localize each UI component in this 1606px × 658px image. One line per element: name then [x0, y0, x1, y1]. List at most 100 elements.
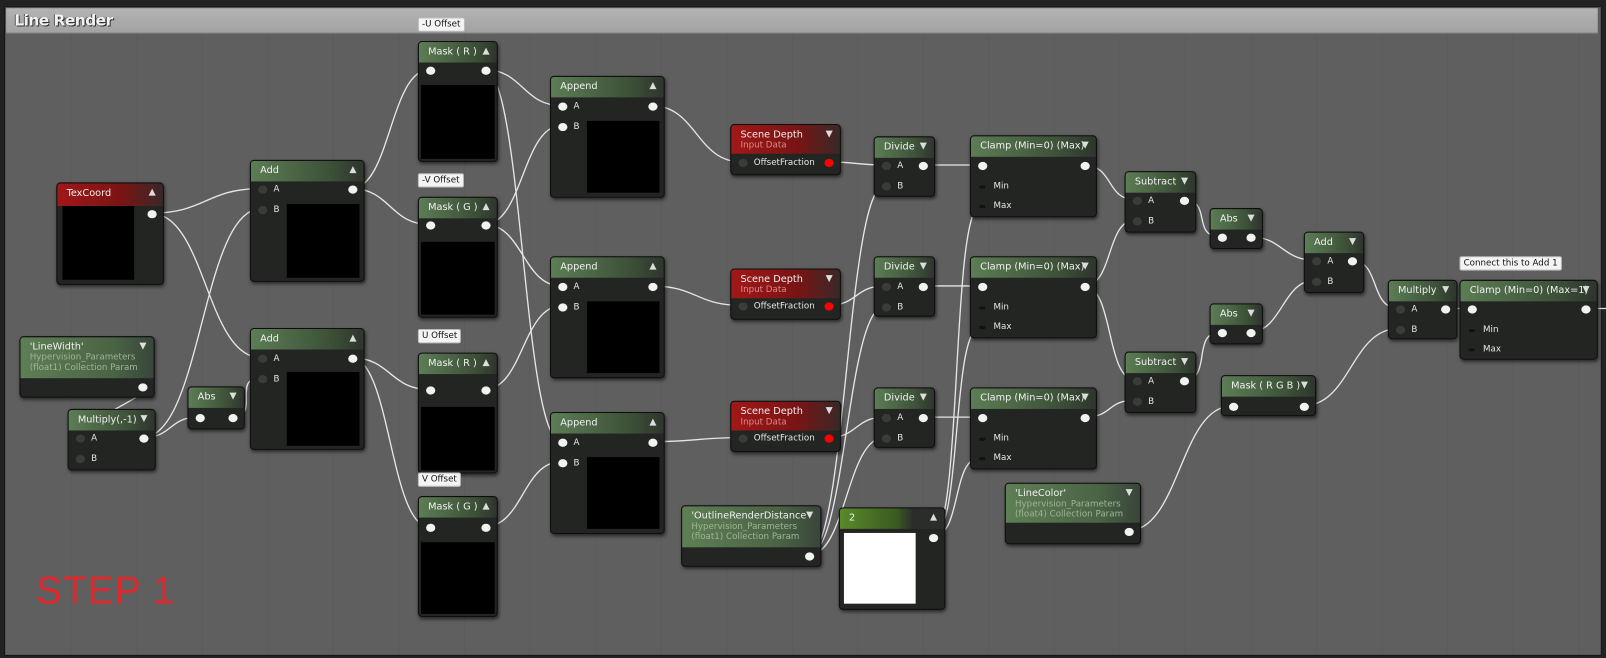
input-pin-offsetfraction[interactable]: [738, 158, 748, 168]
input-pin-b[interactable]: [75, 454, 86, 463]
node-header[interactable]: Clamp (Min=0) (Max) ▼: [970, 136, 1096, 157]
input-pin-in[interactable]: [978, 282, 988, 292]
node-linecolor[interactable]: 'LineColor' Hypervision_Parameters (float…: [1004, 482, 1141, 545]
input-pin-a[interactable]: [1395, 305, 1406, 314]
input-pin-b[interactable]: [881, 181, 892, 191]
input-pin-b[interactable]: [1132, 216, 1142, 225]
input-pin-a[interactable]: [75, 434, 86, 443]
output-pin[interactable]: [918, 161, 928, 171]
input-pin-min[interactable]: [1468, 328, 1475, 332]
node-maskrgb[interactable]: Mask ( R G B ) ▼: [1220, 375, 1317, 417]
input-pin-in[interactable]: [978, 161, 988, 171]
node-sd1[interactable]: Scene Depth Input Data ▼ OffsetFraction: [730, 124, 841, 176]
input-pin-in[interactable]: [1229, 402, 1239, 411]
collapse-up-icon[interactable]: ▲: [649, 261, 656, 271]
collapse-up-icon[interactable]: ▲: [349, 333, 356, 343]
node-header[interactable]: 'LineWidth' Hypervision_Parameters (float…: [20, 337, 154, 379]
expand-down-icon[interactable]: ▼: [1248, 213, 1255, 223]
node-header[interactable]: TexCoord ▲: [57, 183, 163, 207]
input-pin-in[interactable]: [1217, 233, 1227, 242]
input-pin-b[interactable]: [1132, 397, 1142, 406]
node-header[interactable]: 'OutlineRenderDistance' Hypervision_Param…: [682, 506, 821, 548]
output-pin[interactable]: [1080, 161, 1090, 171]
input-pin-b[interactable]: [558, 122, 568, 131]
node-header[interactable]: Mask ( R G B ) ▼: [1221, 376, 1316, 397]
node-header[interactable]: Append ▲: [551, 76, 664, 98]
node-mask3[interactable]: Mask ( R ) ▲: [417, 352, 498, 474]
node-sd2[interactable]: Scene Depth Input Data ▼ OffsetFraction: [730, 268, 841, 320]
expand-down-icon[interactable]: ▼: [826, 274, 833, 284]
input-pin-b[interactable]: [881, 302, 892, 312]
expand-down-icon[interactable]: ▼: [1442, 285, 1449, 295]
collapse-up-icon[interactable]: ▲: [482, 46, 489, 56]
input-pin-a[interactable]: [258, 185, 268, 194]
node-header[interactable]: Abs ▼: [1210, 304, 1262, 325]
output-pin[interactable]: [1080, 282, 1090, 292]
input-pin-in[interactable]: [195, 414, 205, 423]
node-header[interactable]: 2 ▲: [839, 508, 945, 529]
input-pin-a[interactable]: [881, 161, 892, 171]
output-pin[interactable]: [1124, 527, 1134, 537]
output-pin[interactable]: [1080, 414, 1090, 423]
input-pin-a[interactable]: [558, 282, 568, 292]
node-header[interactable]: Mask ( G ) ▲: [418, 197, 497, 219]
node-append1[interactable]: Append ▲ A B: [549, 75, 665, 198]
node-sub1[interactable]: Subtract ▼ A B: [1124, 171, 1197, 233]
input-pin-in[interactable]: [426, 386, 436, 395]
input-pin-max[interactable]: [1468, 348, 1475, 352]
node-add3[interactable]: Add ▼ A B: [1303, 231, 1365, 294]
input-pin-b[interactable]: [881, 434, 892, 443]
output-pin[interactable]: [824, 434, 834, 443]
node-sub2[interactable]: Subtract ▼ A B: [1124, 351, 1197, 414]
input-pin-min[interactable]: [979, 437, 986, 441]
expand-down-icon[interactable]: ▼: [1582, 285, 1589, 295]
node-ord[interactable]: 'OutlineRenderDistance' Hypervision_Param…: [681, 505, 822, 567]
node-header[interactable]: Clamp (Min=0) (Max) ▼: [970, 257, 1096, 278]
node-div3[interactable]: Divide ▼ A B: [873, 387, 936, 448]
collapse-up-icon[interactable]: ▲: [482, 202, 489, 212]
expand-down-icon[interactable]: ▼: [826, 129, 833, 139]
node-header[interactable]: Mask ( R ) ▲: [418, 42, 497, 63]
expand-down-icon[interactable]: ▼: [1181, 176, 1188, 186]
node-header[interactable]: Add ▲: [250, 160, 364, 182]
output-pin[interactable]: [147, 210, 157, 219]
output-pin[interactable]: [139, 434, 149, 443]
output-pin[interactable]: [138, 383, 148, 392]
input-pin-b[interactable]: [1395, 325, 1406, 334]
expand-down-icon[interactable]: ▼: [920, 141, 927, 151]
node-header[interactable]: Mask ( R ) ▲: [418, 353, 497, 375]
expand-down-icon[interactable]: ▼: [1248, 308, 1255, 318]
input-pin-a[interactable]: [1132, 196, 1142, 205]
node-header[interactable]: Scene Depth Input Data ▼: [731, 401, 840, 431]
output-pin[interactable]: [928, 533, 939, 543]
input-pin-a[interactable]: [881, 414, 892, 423]
output-pin[interactable]: [1441, 305, 1451, 314]
input-pin-a[interactable]: [558, 102, 568, 111]
output-pin[interactable]: [1581, 305, 1591, 314]
node-texcoord[interactable]: TexCoord ▲: [56, 182, 164, 285]
node-mul2[interactable]: Multiply ▼ A B: [1387, 279, 1458, 340]
comment-title-bar[interactable]: Line Render: [6, 8, 1598, 34]
output-pin[interactable]: [824, 302, 834, 311]
node-header[interactable]: Scene Depth Input Data ▼: [731, 125, 840, 154]
input-pin-max[interactable]: [979, 325, 986, 329]
node-header[interactable]: 'LineColor' Hypervision_Parameters (float…: [1005, 483, 1140, 523]
input-pin-in[interactable]: [426, 221, 436, 230]
output-pin[interactable]: [648, 102, 658, 111]
node-header[interactable]: Subtract ▼: [1125, 352, 1196, 374]
output-pin[interactable]: [648, 282, 658, 292]
input-pin-in[interactable]: [1217, 328, 1227, 338]
output-pin[interactable]: [1246, 233, 1256, 242]
expand-down-icon[interactable]: ▼: [920, 261, 927, 271]
input-pin-offsetfraction[interactable]: [738, 434, 748, 443]
node-sd3[interactable]: Scene Depth Input Data ▼ OffsetFraction: [730, 400, 841, 452]
input-pin-b[interactable]: [1312, 277, 1322, 286]
node-header[interactable]: Abs ▼: [188, 387, 244, 408]
node-header[interactable]: Abs ▼: [1210, 209, 1262, 230]
node-header[interactable]: Add ▼: [1304, 232, 1364, 254]
node-mask1[interactable]: Mask ( R ) ▲: [417, 40, 498, 162]
node-header[interactable]: Add ▲: [250, 328, 364, 350]
node-header[interactable]: Divide ▼: [874, 388, 935, 409]
output-pin[interactable]: [648, 438, 658, 447]
node-header[interactable]: Clamp (Min=0) (Max) ▼: [970, 388, 1096, 409]
